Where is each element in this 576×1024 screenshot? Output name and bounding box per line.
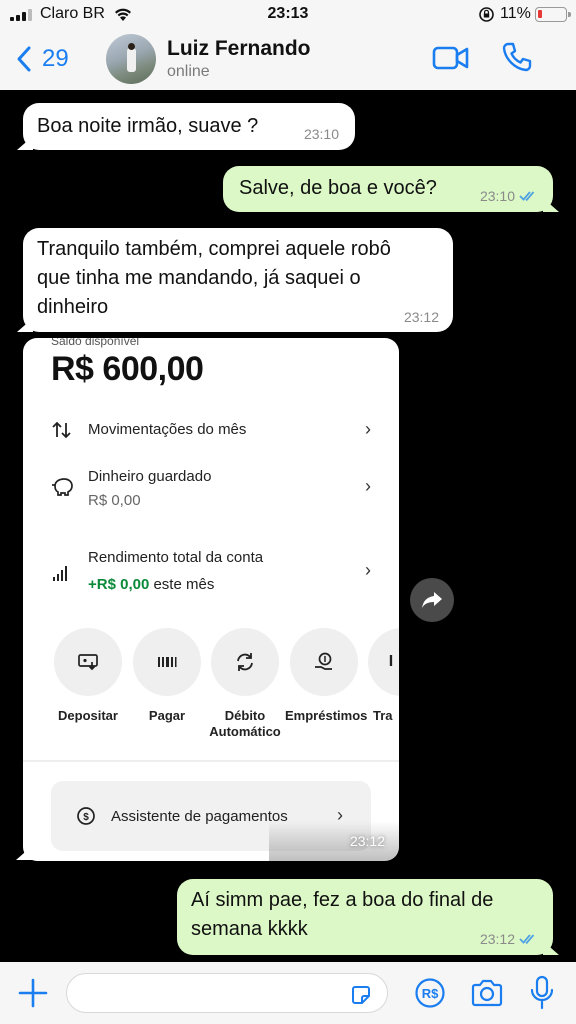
payment-cycle-icon: $ [77,807,95,825]
row-label: Rendimento total da conta [88,549,264,566]
balance-value: R$ 600,00 [51,350,204,388]
microphone-icon[interactable] [529,975,555,1011]
phone-call-icon[interactable] [500,40,534,74]
battery-percent: 11% [500,5,531,22]
forward-arrow-icon [422,592,442,608]
barcode-icon [158,657,177,667]
auto-debit-label: Débito Automático [209,708,281,739]
svg-text:R$: R$ [422,986,439,1001]
status-bar: Claro BR 23:13 11% [0,0,576,30]
transfer-label-partial: Tra [373,708,393,723]
chevron-right-icon: › [365,419,371,439]
back-button[interactable]: 29 [16,42,69,76]
loan-hand-icon [315,652,332,670]
yield-value: +R$ 0,00 [88,576,150,593]
row-saved-money: Dinheiro guardado R$ 0,00 › [51,466,371,514]
message-text: Salve, de boa e você? [239,177,437,199]
transfer-action-partial: I [368,628,399,696]
plus-icon[interactable] [16,976,50,1010]
auto-debit-action [211,628,279,696]
piggy-bank-icon [52,478,73,496]
read-ticks-icon [519,934,535,945]
svg-text:$: $ [83,812,89,823]
deposit-icon [78,654,98,671]
message-time: 23:12 [479,931,515,947]
message-input[interactable] [81,982,331,1006]
message-line: semana kkkk [191,918,308,940]
message-bubble-outgoing[interactable]: Aí simm pae, fez a boa do final de seman… [177,879,559,955]
loans-label: Empréstimos [285,708,368,723]
signal-bars-icon [53,566,67,581]
message-line: Aí simm pae, fez a boa do final de [191,889,494,911]
read-ticks-icon [519,191,535,202]
message-time: 23:12 [403,309,439,325]
forward-button[interactable] [410,578,454,622]
chevron-left-icon [17,46,31,72]
row-sub-value: R$ 0,00 [88,492,141,509]
message-line: dinheiro [37,296,109,318]
message-line: que tinha me mandando, já saquei o [37,267,361,289]
message-input-container[interactable] [66,973,388,1013]
row-total-yield: Rendimento total da conta +R$ 0,00 este … [51,546,371,596]
pay-label: Pagar [148,708,186,723]
cut-balance-label: Saldo disponível [51,338,140,348]
yield-suffix: este mês [149,576,215,593]
row-monthly-movements: Movimentações do mês › [51,418,371,442]
message-text: Boa noite irmão, suave ? [37,115,259,137]
image-message[interactable]: Saldo disponível R$ 600,00 Movimentações… [23,338,399,861]
pay-action [133,628,201,696]
composer-bar: R$ [0,962,576,1024]
camera-icon[interactable] [470,979,504,1007]
sticker-icon[interactable] [349,983,373,1007]
message-bubble-incoming[interactable]: Boa noite irmão, suave ? 23:10 [17,103,355,150]
contact-name[interactable]: Luiz Fernando [167,37,311,61]
chevron-right-icon: › [365,560,371,580]
message-time: 23:10 [303,126,339,142]
assistant-label: Assistente de pagamentos [111,808,288,825]
row-label: Movimentações do mês [88,421,247,438]
message-time: 23:12 [349,833,385,849]
loans-action [290,628,358,696]
refresh-icon [237,653,253,671]
transfer-arrows-icon [52,421,71,439]
video-call-icon[interactable] [432,42,470,74]
message-bubble-outgoing[interactable]: Salve, de boa e você? 23:10 [223,166,559,212]
unread-count: 29 [42,45,69,72]
orientation-lock-icon [479,7,494,22]
chat-header: Claro BR 23:13 11% 29 Luiz Fernando onli… [0,0,576,90]
battery-icon [535,7,571,22]
divider [23,760,399,762]
row-label: Dinheiro guardado [88,468,212,485]
deposit-label: Depositar [58,708,118,723]
payment-icon[interactable]: R$ [414,977,446,1009]
contact-status: online [167,63,210,80]
message-line: Tranquilo também, comprei aquele robô [37,238,391,260]
avatar[interactable] [106,34,156,84]
message-time: 23:10 [479,188,515,204]
message-bubble-incoming[interactable]: Tranquilo também, comprei aquele robô qu… [17,228,453,332]
deposit-action [54,628,122,696]
chevron-right-icon: › [365,476,371,496]
